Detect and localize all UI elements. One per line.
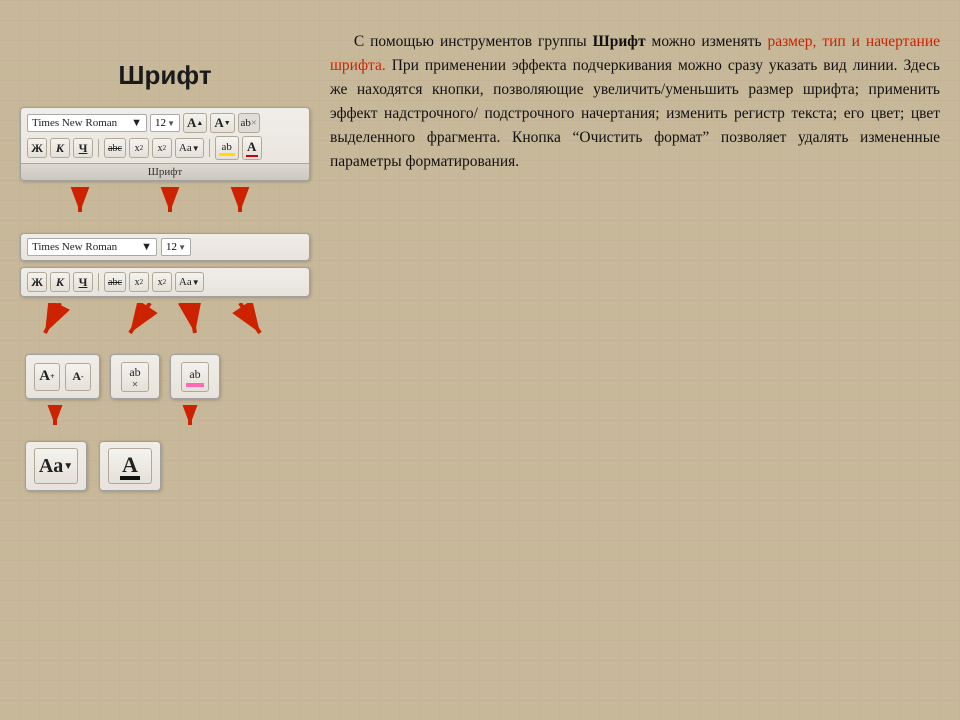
highlight-color-button[interactable]: ab	[215, 136, 239, 160]
font-color-button[interactable]: A	[242, 136, 262, 160]
font-name-dropdown-2[interactable]: Times New Roman ▼	[27, 238, 157, 256]
underline-button-2[interactable]: Ч	[73, 272, 93, 292]
superscript-button[interactable]: x2	[152, 138, 172, 158]
subscript-button-2[interactable]: x2	[129, 272, 149, 292]
italic-button[interactable]: К	[50, 138, 70, 158]
font-size-change-panel: A+ A-	[25, 354, 100, 399]
bold-button[interactable]: Ж	[27, 138, 47, 158]
highlight-panel: ab	[170, 354, 220, 399]
font-size-dropdown[interactable]: 12 ▼	[150, 114, 180, 132]
font-color-panel: A	[99, 441, 161, 491]
font-color-large-button[interactable]: A	[108, 448, 152, 484]
page-title: Шрифт	[20, 60, 310, 91]
eraser-panel: ab ✕	[110, 354, 160, 399]
change-case-panel: Aa▼	[25, 441, 87, 491]
underline-button[interactable]: Ч	[73, 138, 93, 158]
change-case-large-button[interactable]: Aa▼	[34, 448, 78, 484]
change-case-button-2[interactable]: Aa▼	[175, 272, 204, 292]
font-name-toolbar: Times New Roman ▼ 12 ▼	[20, 233, 310, 261]
font-name-dropdown[interactable]: Times New Roman ▼	[27, 114, 147, 132]
strikethrough-button-2[interactable]: abc	[104, 272, 126, 292]
clear-format-button[interactable]: ab✕	[238, 113, 260, 133]
arrows-to-small	[20, 303, 280, 348]
decrease-font-button[interactable]: A▼	[210, 113, 234, 133]
bold-button-2[interactable]: Ж	[27, 272, 47, 292]
subscript-button[interactable]: x2	[129, 138, 149, 158]
arrows-to-bottom	[20, 405, 280, 435]
superscript-button-2[interactable]: x2	[152, 272, 172, 292]
arrows-down-1	[20, 187, 270, 227]
main-text: С помощью инструментов группы Шрифт можн…	[330, 30, 940, 174]
toolbar-label: Шрифт	[21, 163, 309, 180]
format-buttons-toolbar: Ж К Ч abc x2 x2 Aa▼	[20, 267, 310, 297]
decrease-font-button-2[interactable]: A-	[65, 363, 91, 391]
main-toolbar-panel: Times New Roman ▼ 12 ▼ A▲ A▼ ab✕ Ж К Ч a…	[20, 107, 310, 181]
strikethrough-button[interactable]: abc	[104, 138, 126, 158]
right-panel: С помощью инструментов группы Шрифт можн…	[330, 20, 940, 700]
highlight-color-button-2[interactable]: ab	[181, 362, 209, 392]
font-size-dropdown-2[interactable]: 12 ▼	[161, 238, 191, 256]
increase-font-button-2[interactable]: A+	[34, 363, 60, 391]
change-case-button[interactable]: Aa▼	[175, 138, 204, 158]
increase-font-button[interactable]: A▲	[183, 113, 207, 133]
clear-format-button-2[interactable]: ab ✕	[121, 362, 149, 392]
italic-button-2[interactable]: К	[50, 272, 70, 292]
